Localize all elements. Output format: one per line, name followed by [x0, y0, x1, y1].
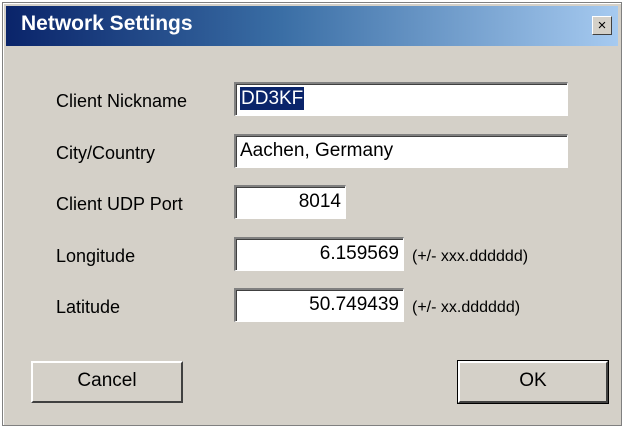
cancel-button[interactable]: Cancel — [31, 361, 183, 403]
close-button[interactable]: × — [592, 16, 612, 35]
title-bar[interactable]: Network Settings × — [6, 6, 618, 46]
network-settings-dialog: Network Settings × Client Nickname DD3KF… — [2, 2, 622, 426]
client-udp-port-value: 8014 — [298, 191, 341, 212]
ok-button[interactable]: OK — [457, 360, 609, 404]
city-country-input[interactable]: Aachen, Germany — [234, 134, 568, 168]
client-udp-port-input[interactable]: 8014 — [234, 185, 346, 219]
latitude-value: 50.749439 — [309, 294, 399, 315]
latitude-label: Latitude — [56, 297, 121, 317]
longitude-value: 6.159569 — [319, 243, 399, 264]
longitude-label: Longitude — [56, 246, 136, 266]
latitude-format-hint: (+/- xx.dddddd) — [412, 299, 521, 316]
window-title: Network Settings — [21, 12, 193, 35]
city-country-value: Aachen, Germany — [240, 140, 394, 161]
client-nickname-label: Client Nickname — [56, 91, 188, 111]
longitude-input[interactable]: 6.159569 — [234, 237, 404, 271]
client-nickname-value: DD3KF — [240, 87, 305, 110]
client-udp-port-label: Client UDP Port — [56, 194, 183, 214]
close-icon: × — [597, 17, 607, 34]
latitude-input[interactable]: 50.749439 — [234, 288, 404, 322]
city-country-label: City/Country — [56, 143, 156, 163]
client-nickname-input[interactable]: DD3KF — [234, 82, 568, 116]
longitude-format-hint: (+/- xxx.dddddd) — [412, 248, 529, 265]
